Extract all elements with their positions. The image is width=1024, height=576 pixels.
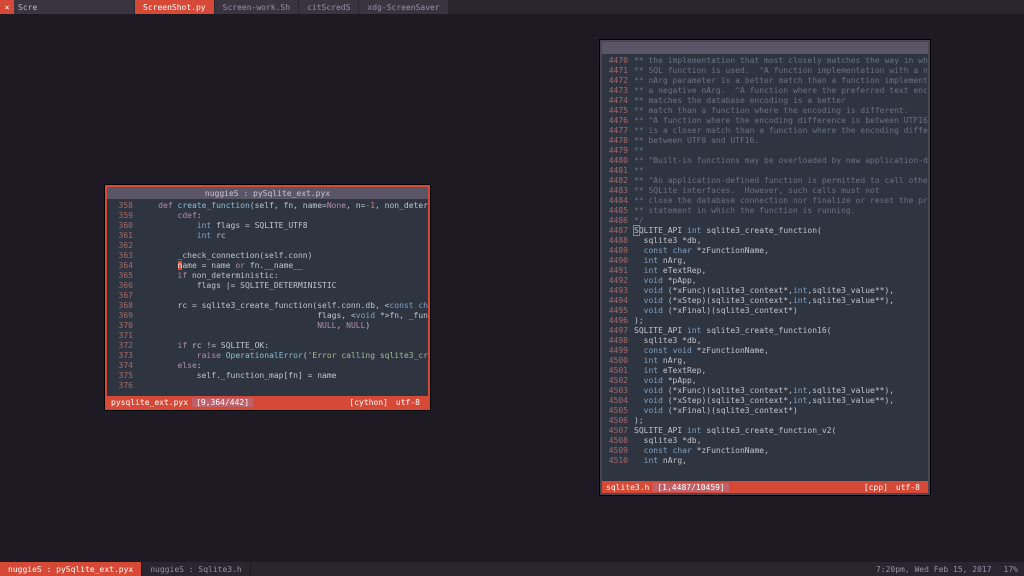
status-bar: pysqlite_ext.pyx [9,364/442] [cython] ut… — [107, 396, 428, 408]
taskbar: nuggieS : pySqlite_ext.pyxnuggieS : Sqli… — [0, 562, 1024, 576]
status-file: sqlite3.h — [606, 483, 649, 492]
taskbar-tab[interactable]: nuggieS : pySqlite_ext.pyx — [0, 562, 142, 576]
status-lang: [cython] — [345, 398, 392, 407]
status-file: pysqlite_ext.pyx — [111, 398, 188, 407]
window-title — [602, 42, 928, 54]
status-lang: [cpp] — [860, 483, 892, 492]
editor-window-right: 4470** the implementation that most clos… — [600, 40, 930, 495]
status-pos: [9,364/442] — [192, 398, 253, 407]
battery-pct: 17% — [998, 562, 1024, 576]
launcher-search-input[interactable] — [14, 0, 134, 14]
code-area[interactable]: 358 def create_function(self, fn, name=N… — [107, 199, 428, 396]
launcher-bar: × ScreenShot.pyScreen-work.ShcitScredSxd… — [0, 0, 1024, 14]
status-enc: utf-8 — [892, 483, 924, 492]
launcher-results: ScreenShot.pyScreen-work.ShcitScredSxdg-… — [134, 0, 448, 14]
close-icon[interactable]: × — [0, 0, 14, 14]
status-bar: sqlite3.h [1,4487/10459] [cpp] utf-8 — [602, 481, 928, 493]
status-pos: [1,4487/10459] — [653, 483, 728, 492]
launcher-result[interactable]: ScreenShot.py — [134, 0, 214, 14]
clock: 7:20pm, Wed Feb 15, 2017 — [870, 562, 998, 576]
window-title: nuggieS : pySqlite_ext.pyx — [107, 187, 428, 199]
editor-window-left: nuggieS : pySqlite_ext.pyx 358 def creat… — [105, 185, 430, 410]
status-enc: utf-8 — [392, 398, 424, 407]
taskbar-tab[interactable]: nuggieS : Sqlite3.h — [142, 562, 251, 576]
launcher-result[interactable]: citScredS — [298, 0, 358, 14]
launcher-result[interactable]: xdg-ScreenSaver — [358, 0, 447, 14]
code-area[interactable]: 4470** the implementation that most clos… — [602, 54, 928, 481]
launcher-result[interactable]: Screen-work.Sh — [214, 0, 298, 14]
